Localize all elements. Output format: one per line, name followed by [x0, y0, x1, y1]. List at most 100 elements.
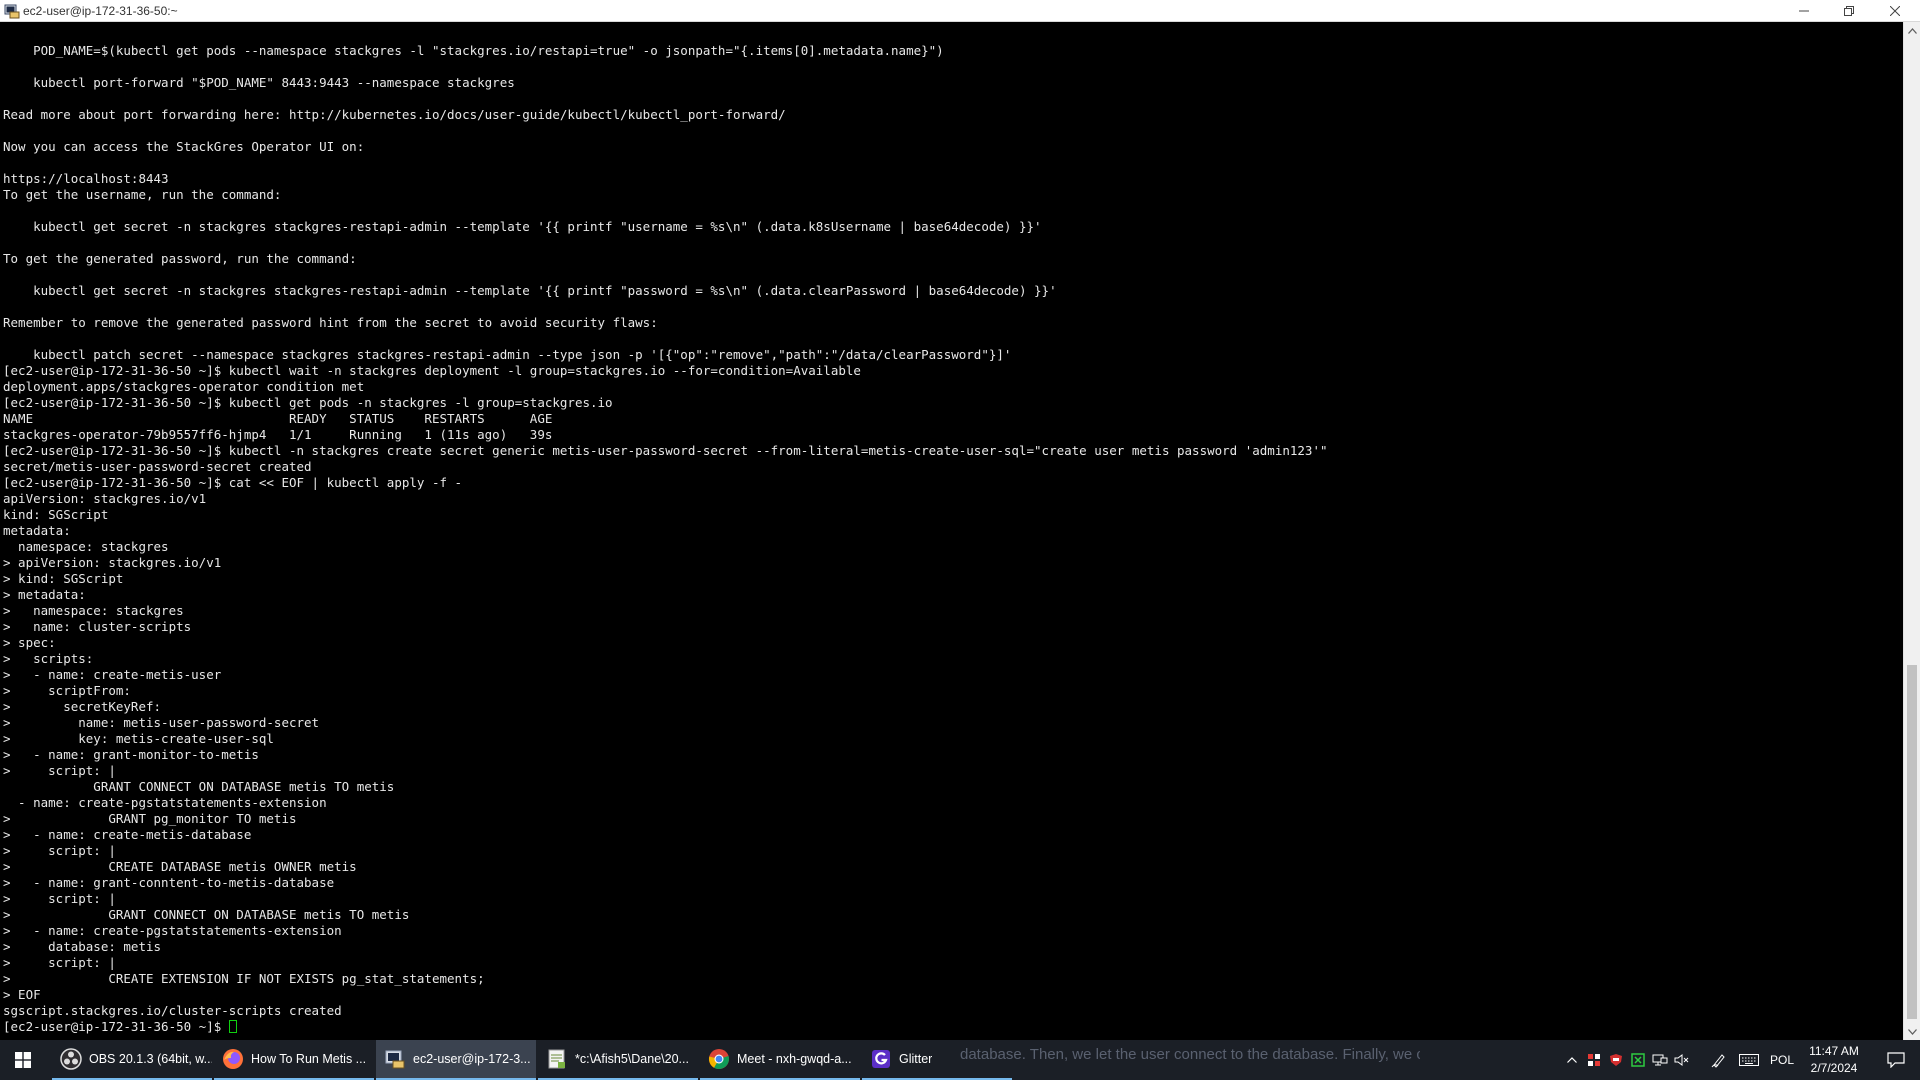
terminal-line: metadata:: [3, 523, 71, 538]
scroll-up-button[interactable]: [1904, 22, 1920, 39]
background-document-text: database. Then, we let the user connect …: [960, 1046, 1420, 1063]
terminal-line: secret/metis-user-password-secret create…: [3, 459, 312, 474]
terminal-lines: POD_NAME=$(kubectl get pods --namespace …: [3, 43, 1328, 1018]
taskbar-item-label: Meet - nxh-gwqd-a...: [737, 1052, 852, 1066]
terminal-line: kubectl patch secret --namespace stackgr…: [33, 347, 1012, 362]
terminal-line: - name: create-pgstatstatements-extensio…: [18, 795, 327, 810]
terminal-line: kind: SGScript: [3, 507, 109, 522]
speaker-muted-icon: [1674, 1054, 1689, 1066]
terminal-line: > metadata:: [3, 587, 86, 602]
spreadsheet-icon: [1631, 1053, 1645, 1067]
terminal-line: > apiVersion: stackgres.io/v1: [3, 555, 222, 570]
tray-network-app-icon[interactable]: [1584, 1040, 1604, 1080]
terminal-line: kubectl get secret -n stackgres stackgre…: [33, 283, 1057, 298]
tray-volume-icon[interactable]: [1672, 1040, 1692, 1080]
putty-icon: [4, 3, 20, 19]
terminal-line: > script: |: [3, 843, 116, 858]
taskbar-item-label: *c:\Afish5\Dane\20...: [575, 1052, 689, 1066]
terminal-prompt: [ec2-user@ip-172-31-36-50 ~]$: [3, 1019, 229, 1034]
network-icon: [1652, 1054, 1668, 1066]
terminal-cursor: [228, 1020, 237, 1033]
close-button[interactable]: [1872, 0, 1918, 22]
terminal-line: namespace: stackgres: [18, 539, 169, 554]
terminal-line: POD_NAME=$(kubectl get pods --namespace …: [33, 43, 944, 58]
tray-security-icon[interactable]: [1606, 1040, 1626, 1080]
terminal-line: stackgres-operator-79b9557ff6-hjmp4 1/1 …: [3, 427, 553, 442]
tray-network-icon[interactable]: [1650, 1040, 1670, 1080]
taskbar: database. Then, we let the user connect …: [0, 1040, 1920, 1080]
chrome-icon: [708, 1048, 730, 1070]
terminal-line: To get the username, run the command:: [3, 187, 282, 202]
vertical-scrollbar[interactable]: [1903, 22, 1920, 1040]
window-title-bar[interactable]: ec2-user@ip-172-31-36-50:~: [0, 0, 1920, 22]
clock-date: 2/7/2024: [1810, 1061, 1858, 1075]
terminal-line: [ec2-user@ip-172-31-36-50 ~]$ kubectl -n…: [3, 443, 1328, 458]
terminal-line: Now you can access the StackGres Operato…: [3, 139, 365, 154]
terminal-line: deployment.apps/stackgres-operator condi…: [3, 379, 365, 394]
window-title: ec2-user@ip-172-31-36-50:~: [23, 4, 178, 18]
taskbar-item-label: How To Run Metis ...: [251, 1052, 367, 1066]
minimize-button[interactable]: [1781, 0, 1827, 22]
terminal-line: > EOF: [3, 987, 41, 1002]
pen-icon: [1711, 1054, 1725, 1068]
taskbar-item-chrome[interactable]: Meet - nxh-gwqd-a...: [700, 1040, 860, 1080]
terminal-line: GRANT CONNECT ON DATABASE metis TO metis: [93, 779, 395, 794]
terminal-line: > CREATE EXTENSION IF NOT EXISTS pg_stat…: [3, 971, 485, 986]
terminal-line: > GRANT CONNECT ON DATABASE metis TO met…: [3, 907, 410, 922]
terminal-output: POD_NAME=$(kubectl get pods --namespace …: [3, 43, 1328, 1035]
terminal-line: > name: metis-user-password-secret: [3, 715, 320, 730]
system-clock[interactable]: 11:47 AM 2/7/2024: [1800, 1043, 1868, 1077]
terminal-line: kubectl get secret -n stackgres stackgre…: [33, 219, 1042, 234]
terminal-line: sgscript.stackgres.io/cluster-scripts cr…: [3, 1003, 342, 1018]
terminal-line: > key: metis-create-user-sql: [3, 731, 274, 746]
terminal-line: > - name: grant-monitor-to-metis: [3, 747, 259, 762]
tray-keyboard-icon[interactable]: [1736, 1040, 1762, 1080]
terminal-line: > - name: create-metis-database: [3, 827, 252, 842]
taskbar-item-obs[interactable]: OBS 20.1.3 (64bit, w...: [52, 1040, 212, 1080]
terminal-line: > kind: SGScript: [3, 571, 124, 586]
notification-center-button[interactable]: [1876, 1040, 1916, 1080]
language-indicator[interactable]: POL: [1766, 1040, 1798, 1080]
terminal-line: > script: |: [3, 891, 116, 906]
notepad-icon: [546, 1048, 568, 1070]
terminal-line: [ec2-user@ip-172-31-36-50 ~]$ kubectl ge…: [3, 395, 613, 410]
chevron-up-icon: [1567, 1057, 1577, 1063]
taskbar-item-firefox[interactable]: How To Run Metis ...: [214, 1040, 374, 1080]
terminal-line: > CREATE DATABASE metis OWNER metis: [3, 859, 357, 874]
taskbar-item-terminal[interactable]: ec2-user@ip-172-3...: [376, 1040, 536, 1080]
terminal-line: > - name: grant-conntent-to-metis-databa…: [3, 875, 335, 890]
terminal-line: > scripts:: [3, 651, 94, 666]
terminal-line: > scriptFrom:: [3, 683, 131, 698]
start-button[interactable]: [0, 1040, 46, 1080]
windows-icon: [15, 1052, 31, 1068]
chevron-up-icon: [1907, 27, 1917, 34]
terminal-line: kubectl port-forward "$POD_NAME" 8443:94…: [33, 75, 515, 90]
tray-overflow-button[interactable]: [1562, 1040, 1582, 1080]
terminal-window[interactable]: POD_NAME=$(kubectl get pods --namespace …: [0, 22, 1903, 1040]
terminal-line: NAME READY STATUS RESTARTS AGE: [3, 411, 553, 426]
terminal-icon: [384, 1048, 406, 1070]
taskbar-item-label: OBS 20.1.3 (64bit, w...: [89, 1052, 212, 1066]
keyboard-icon: [1739, 1054, 1759, 1066]
terminal-line: To get the generated password, run the c…: [3, 251, 357, 266]
close-icon: [1890, 6, 1900, 16]
taskbar-item-notepad[interactable]: *c:\Afish5\Dane\20...: [538, 1040, 698, 1080]
tray-excel-icon[interactable]: [1628, 1040, 1648, 1080]
tray-pen-icon[interactable]: [1708, 1040, 1730, 1080]
terminal-line: > name: cluster-scripts: [3, 619, 192, 634]
restore-icon: [1844, 6, 1854, 16]
terminal-line: > secretKeyRef:: [3, 699, 162, 714]
terminal-line: https://localhost:8443: [3, 171, 169, 186]
scroll-down-button[interactable]: [1904, 1023, 1920, 1040]
terminal-line: [ec2-user@ip-172-31-36-50 ~]$ kubectl wa…: [3, 363, 861, 378]
taskbar-item-label: ec2-user@ip-172-3...: [413, 1052, 531, 1066]
terminal-line: apiVersion: stackgres.io/v1: [3, 491, 207, 506]
app-grid-icon: [1588, 1054, 1600, 1066]
terminal-line: > GRANT pg_monitor TO metis: [3, 811, 297, 826]
restore-button[interactable]: [1826, 0, 1872, 22]
terminal-line: > database: metis: [3, 939, 162, 954]
terminal-line: > - name: create-pgstatstatements-extens…: [3, 923, 342, 938]
terminal-line: > - name: create-metis-user: [3, 667, 222, 682]
taskbar-item-glitter[interactable]: Glitter: [862, 1040, 1012, 1080]
scrollbar-thumb[interactable]: [1907, 665, 1917, 1019]
